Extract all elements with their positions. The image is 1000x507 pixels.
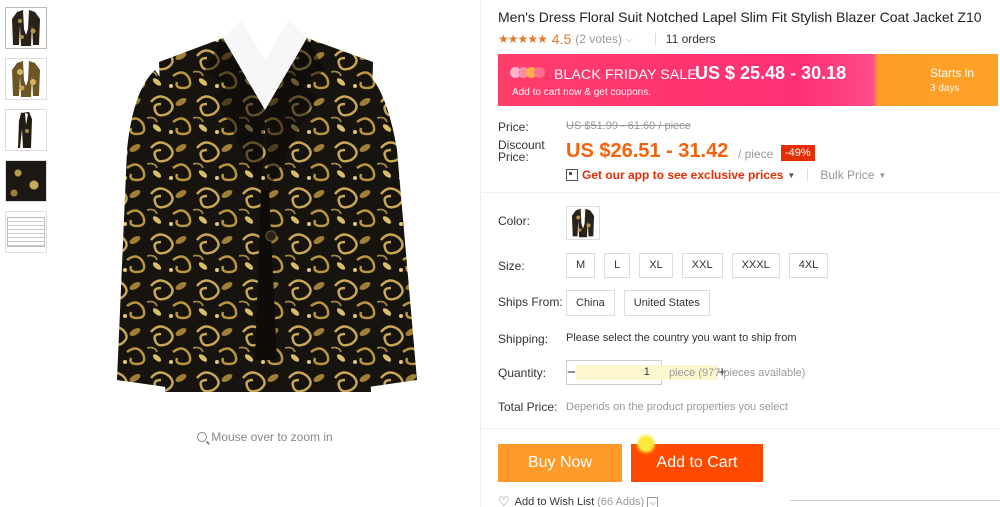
thumbnail-jacket-side[interactable] xyxy=(5,109,47,151)
discount-price: US $26.51 - 31.42 xyxy=(566,140,729,162)
promo-event: BLACK FRIDAY SALE xyxy=(554,66,697,82)
search-icon xyxy=(197,432,208,442)
jacket-side-thumbnail-icon xyxy=(18,112,32,148)
bulk-price-link[interactable]: Bulk Price xyxy=(820,168,874,182)
original-price: US $51.99 - 61.60 / piece xyxy=(566,120,691,132)
size-option-l[interactable]: L xyxy=(604,253,631,278)
caret-down-icon[interactable]: ▼ xyxy=(787,171,795,180)
size-option-4xl[interactable]: 4XL xyxy=(788,253,829,278)
thumbnail-jacket-gold[interactable] xyxy=(5,58,47,100)
price-label: Price: xyxy=(498,120,529,134)
countdown-days: 3 days xyxy=(930,83,960,94)
size-chart-icon xyxy=(7,217,45,247)
divider xyxy=(654,33,656,45)
countdown-label: Starts in xyxy=(930,66,975,80)
jacket-thumbnail-icon xyxy=(12,61,40,97)
main-product-image[interactable] xyxy=(55,0,475,420)
shipping-text: Please select the country you want to sh… xyxy=(566,332,797,344)
fabric-pattern-icon xyxy=(6,161,46,201)
quantity-decrease-button[interactable]: − xyxy=(567,364,576,381)
app-prices-link[interactable]: Get our app to see exclusive prices xyxy=(582,168,783,182)
cursor-highlight xyxy=(635,433,657,455)
size-label: Size: xyxy=(498,259,525,273)
thumbnail-fabric-closeup[interactable] xyxy=(5,160,47,202)
wishlist-count: (66 Adds) xyxy=(597,496,645,507)
discount-label-line2: Price: xyxy=(498,150,529,164)
zoom-hint: Mouse over to zoom in xyxy=(55,430,475,444)
app-price-row: Get our app to see exclusive prices ▼ Bu… xyxy=(566,168,886,182)
discount-price-label: Discount Price: xyxy=(498,139,545,163)
size-options: M L XL XXL XXXL 4XL xyxy=(566,253,837,278)
shipping-label: Shipping: xyxy=(498,332,549,346)
star-rating-icon: ★★★★★ xyxy=(498,32,548,46)
color-swatch-floral[interactable] xyxy=(566,206,600,240)
total-price-label: Total Price: xyxy=(498,400,558,414)
heart-icon[interactable]: ♡ xyxy=(498,494,510,507)
ships-from-label: Ships From: xyxy=(498,295,563,309)
chevron-down-icon[interactable]: ⌵ xyxy=(626,34,633,45)
discount-badge: -49% xyxy=(781,145,815,161)
rating-score[interactable]: 4.5 xyxy=(552,31,571,47)
caret-down-icon[interactable]: ▼ xyxy=(878,171,886,180)
ships-from-options: China United States xyxy=(566,290,719,316)
product-title: Men's Dress Floral Suit Notched Lapel Sl… xyxy=(498,9,982,25)
size-option-xl[interactable]: XL xyxy=(639,253,673,278)
column-divider xyxy=(480,0,481,507)
qr-code-icon xyxy=(566,169,578,181)
chevron-down-icon[interactable]: ⌵ xyxy=(647,496,659,507)
balloon-icon xyxy=(510,67,545,78)
black-friday-banner: BLACK FRIDAY SALE US $ 25.48 - 30.18 Add… xyxy=(498,54,998,106)
jacket-swatch-icon xyxy=(571,208,595,238)
buy-now-button[interactable]: Buy Now xyxy=(498,444,622,482)
thumbnail-size-chart[interactable] xyxy=(5,211,47,253)
divider xyxy=(790,500,1000,501)
size-option-xxl[interactable]: XXL xyxy=(681,253,723,278)
thumbnail-list xyxy=(5,7,48,262)
size-option-xxxl[interactable]: XXXL xyxy=(731,253,780,278)
ships-from-united-states[interactable]: United States xyxy=(623,290,710,316)
quantity-label: Quantity: xyxy=(498,366,547,380)
jacket-thumbnail-icon xyxy=(12,10,40,46)
floral-blazer-image xyxy=(117,14,417,392)
section-divider xyxy=(482,192,1000,193)
section-divider xyxy=(482,428,1000,429)
add-to-wishlist-link[interactable]: Add to Wish List xyxy=(515,496,594,507)
promo-countdown: Starts in 3 days xyxy=(930,66,974,96)
rating-votes[interactable]: (2 votes) xyxy=(575,32,622,46)
zoom-hint-text: Mouse over to zoom in xyxy=(211,430,333,444)
rating-row: ★★★★★ 4.5 (2 votes) ⌵ 11 orders xyxy=(498,31,716,47)
total-price-note: Depends on the product properties you se… xyxy=(566,401,788,413)
ships-from-china[interactable]: China xyxy=(566,290,615,316)
color-label: Color: xyxy=(498,214,531,228)
size-option-m[interactable]: M xyxy=(566,253,596,278)
order-count: 11 orders xyxy=(665,32,716,46)
promo-subtext: Add to cart now & get coupons. xyxy=(512,87,651,98)
promo-price-range: US $ 25.48 - 30.18 xyxy=(695,63,847,83)
price-unit: / piece xyxy=(738,147,774,161)
thumbnail-jacket-front[interactable] xyxy=(5,7,47,49)
divider xyxy=(807,169,809,181)
wishlist-row: ♡ Add to Wish List (66 Adds) ⌵ xyxy=(498,494,659,507)
quantity-stepper: − + xyxy=(566,360,727,385)
quantity-available: piece (977 pieces available) xyxy=(669,367,806,379)
